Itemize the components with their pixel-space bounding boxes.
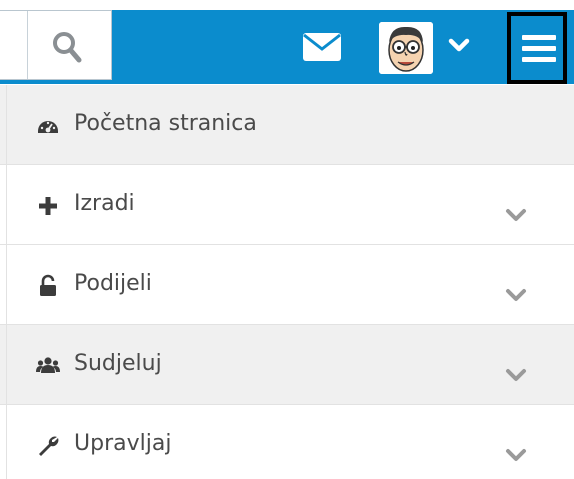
unlock-icon bbox=[40, 274, 56, 296]
search-divider bbox=[27, 11, 28, 79]
plus-icon bbox=[39, 197, 57, 215]
nav-item-label: Sudjeluj bbox=[74, 351, 162, 376]
wrench-icon bbox=[39, 436, 59, 456]
search-icon bbox=[53, 32, 82, 63]
nav-item-share[interactable]: Podijeli bbox=[0, 245, 574, 325]
chevron-down-icon[interactable] bbox=[448, 38, 470, 54]
avatar[interactable] bbox=[379, 22, 433, 74]
chevron-down-icon[interactable] bbox=[504, 367, 528, 383]
nav-item-participate[interactable]: Sudjeluj bbox=[0, 325, 574, 405]
nav-item-label: Upravljaj bbox=[74, 431, 172, 456]
dashboard-icon bbox=[38, 121, 58, 133]
nav-item-manage[interactable]: Upravljaj bbox=[0, 405, 574, 479]
envelope-icon[interactable] bbox=[303, 33, 341, 61]
search-button[interactable] bbox=[0, 10, 112, 80]
nav-item-label: Podijeli bbox=[74, 271, 152, 296]
nav-left-border bbox=[6, 85, 7, 479]
chevron-down-icon[interactable] bbox=[504, 207, 528, 223]
hamburger-icon bbox=[522, 35, 556, 62]
nav-item-label: Početna stranica bbox=[74, 111, 257, 136]
users-icon bbox=[36, 357, 60, 373]
chevron-down-icon[interactable] bbox=[504, 447, 528, 463]
chevron-down-icon[interactable] bbox=[504, 287, 528, 303]
nav-item-label: Izradi bbox=[74, 191, 135, 216]
nav-item-home[interactable]: Početna stranica bbox=[0, 85, 574, 165]
side-navigation: Početna stranica Izradi Podijeli Sudjelu… bbox=[0, 85, 574, 479]
nav-item-create[interactable]: Izradi bbox=[0, 165, 574, 245]
avatar-face-icon bbox=[379, 22, 433, 74]
menu-toggle-button[interactable] bbox=[507, 12, 567, 84]
